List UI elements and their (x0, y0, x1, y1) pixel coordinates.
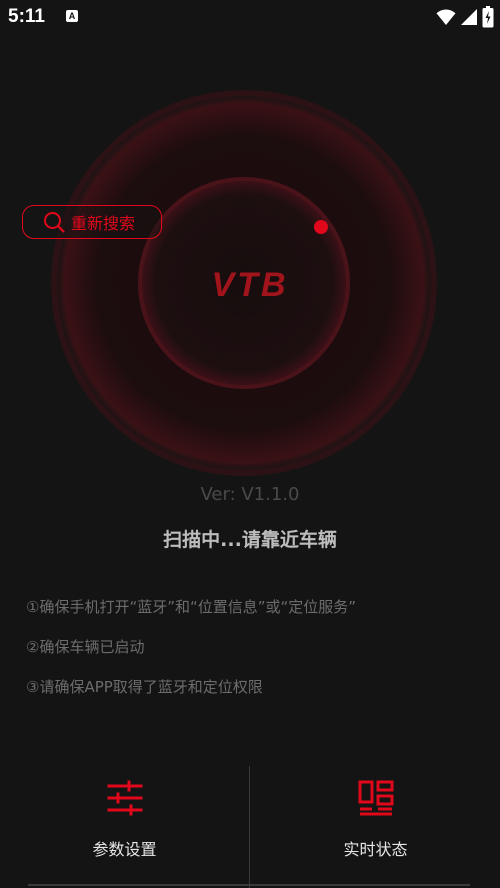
nav-params-settings-label: 参数设置 (92, 840, 157, 859)
sliders-icon (107, 780, 142, 816)
status-icons (436, 6, 494, 28)
tip-item: ②确保车辆已启动 (26, 638, 145, 656)
vtb-logo: VTB (211, 266, 289, 304)
dashboard-icon (358, 780, 393, 816)
radar-target-dot (314, 220, 328, 234)
a-icon: A (66, 10, 78, 22)
nav-params-settings[interactable]: 参数设置 (0, 766, 249, 882)
wifi-icon (436, 9, 456, 25)
version-label: Ver: V1.1.0 (200, 484, 300, 505)
signal-icon (461, 9, 477, 25)
tip-item: ③请确保APP取得了蓝牙和定位权限 (26, 678, 263, 696)
search-icon (44, 212, 65, 233)
nav-realtime-status-label: 实时状态 (343, 840, 408, 859)
nav-divider (249, 766, 250, 888)
nav-realtime-status[interactable]: 实时状态 (251, 766, 500, 882)
status-time: 5:11 (8, 6, 45, 27)
radar-graphic (49, 88, 439, 478)
status-bar: 5:11 A (0, 0, 500, 34)
bottom-divider (28, 884, 470, 886)
scan-status: 扫描中...请靠近车辆 (163, 529, 337, 551)
tips-list: ①确保手机打开“蓝牙”和“位置信息”或“定位服务” ②确保车辆已启动 ③请确保A… (26, 596, 356, 716)
research-button-label: 重新搜索 (71, 214, 136, 233)
tip-item: ①确保手机打开“蓝牙”和“位置信息”或“定位服务” (26, 598, 357, 616)
battery-icon (482, 6, 494, 28)
research-button[interactable]: 重新搜索 (22, 205, 162, 239)
bottom-nav: 参数设置 实时状态 (0, 766, 500, 888)
